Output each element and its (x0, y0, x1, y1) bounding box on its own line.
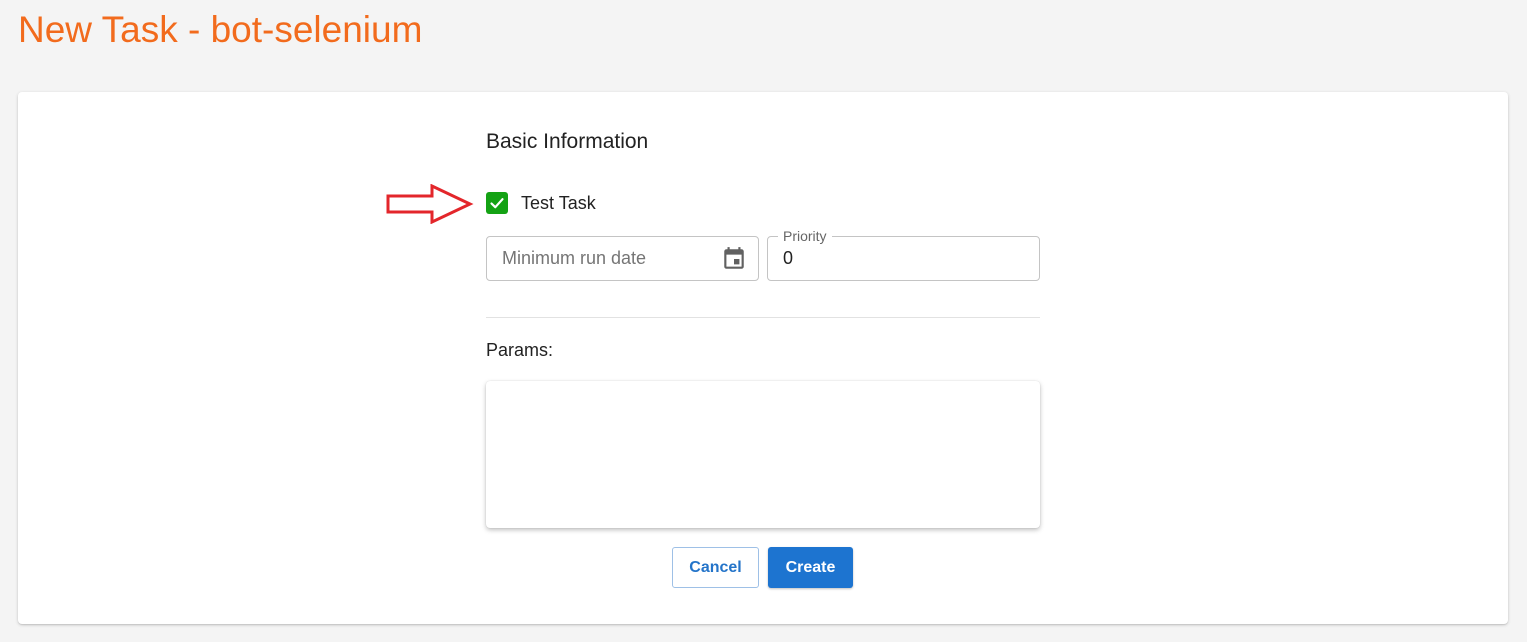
arrow-right-icon (386, 184, 474, 224)
divider (486, 317, 1040, 318)
create-button[interactable]: Create (768, 547, 853, 588)
cancel-button[interactable]: Cancel (672, 547, 759, 588)
test-task-checkbox[interactable] (486, 192, 508, 214)
priority-field: Priority (767, 228, 1040, 281)
section-title: Basic Information (486, 130, 649, 153)
test-task-checkbox-row[interactable]: Test Task (486, 192, 596, 214)
params-editor[interactable] (486, 381, 1040, 528)
minimum-run-date-field (486, 236, 759, 281)
minimum-run-date-input[interactable] (502, 237, 702, 280)
calendar-icon[interactable] (721, 246, 747, 272)
test-task-label: Test Task (521, 192, 596, 213)
page-title: New Task - bot-selenium (18, 9, 423, 50)
params-label: Params: (486, 340, 554, 360)
check-icon (490, 198, 504, 209)
priority-input[interactable] (783, 237, 983, 280)
task-form-card: Basic Information Test Task Priority Par… (18, 92, 1508, 624)
